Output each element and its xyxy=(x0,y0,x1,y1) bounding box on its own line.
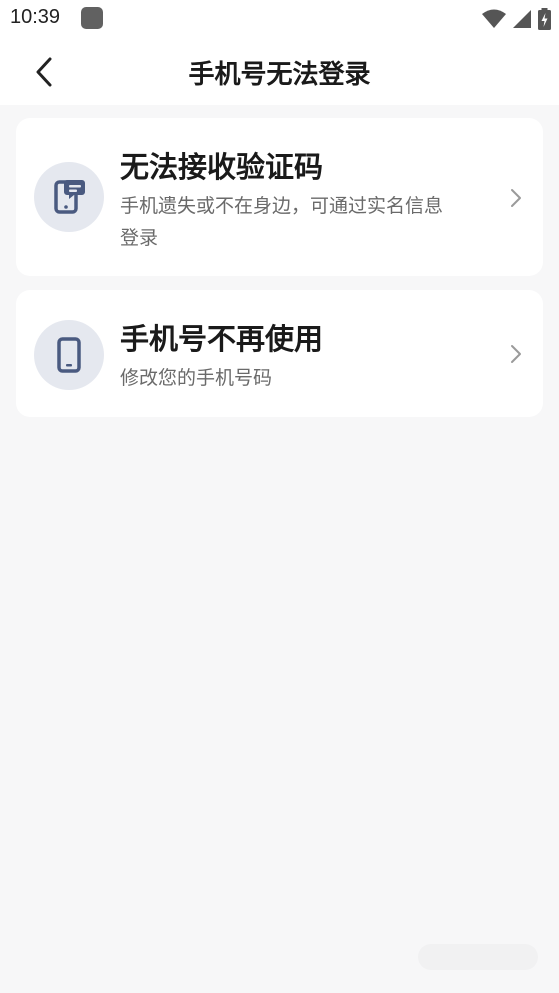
battery-icon xyxy=(538,8,551,30)
phone-icon xyxy=(57,337,81,373)
option-number-no-longer-used[interactable]: 手机号不再使用 修改您的手机号码 xyxy=(16,290,543,417)
chevron-right-icon xyxy=(511,189,521,207)
option-title: 无法接收验证码 xyxy=(120,150,324,184)
phone-message-icon xyxy=(54,180,85,214)
icon-circle xyxy=(34,320,104,390)
options-list: 无法接收验证码 手机遗失或不在身边，可通过实名信息登录 手机号不再使用 修改您的… xyxy=(16,118,543,417)
icon-circle xyxy=(34,162,104,232)
notification-icon xyxy=(81,7,103,29)
status-bar: 10:39 xyxy=(0,0,559,38)
status-icons xyxy=(482,6,551,32)
option-cannot-receive-code[interactable]: 无法接收验证码 手机遗失或不在身边，可通过实名信息登录 xyxy=(16,118,543,276)
home-indicator xyxy=(418,944,538,970)
option-description: 手机遗失或不在身边，可通过实名信息登录 xyxy=(120,195,444,249)
option-description: 修改您的手机号码 xyxy=(120,367,273,389)
wifi-icon xyxy=(482,9,506,28)
option-title: 手机号不再使用 xyxy=(120,322,324,356)
page-title: 手机号无法登录 xyxy=(188,60,371,90)
nav-bar: 手机号无法登录 xyxy=(0,38,559,105)
chevron-right-icon xyxy=(511,345,521,363)
cellular-signal-icon xyxy=(513,10,531,28)
status-time: 10:39 xyxy=(10,6,61,28)
